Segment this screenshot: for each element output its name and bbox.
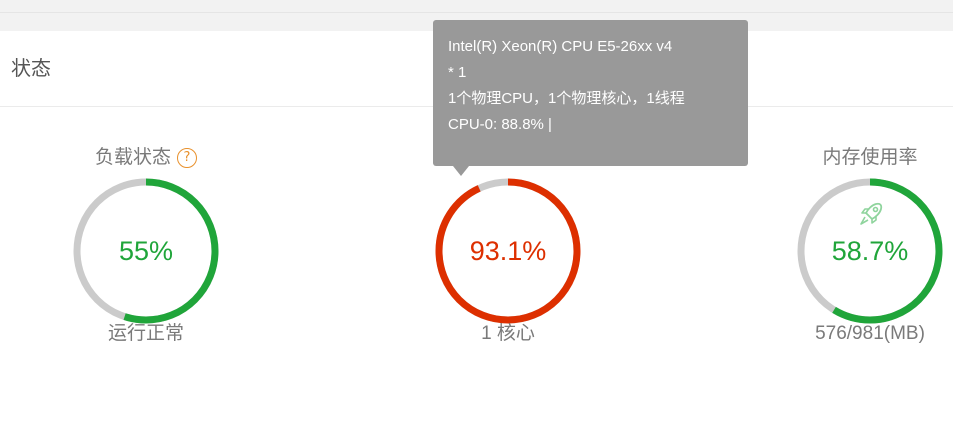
load-gauge-status: 运行正常 xyxy=(107,323,184,344)
memory-gauge-title: 内存使用率 xyxy=(822,147,918,168)
load-gauge-title-text: 负载状态 xyxy=(94,147,171,168)
cpu-tooltip: Intel(R) Xeon(R) CPU E5-26xx v4 * 1 1个物理… xyxy=(433,20,748,176)
load-gauge-title: 负载状态? xyxy=(46,145,246,171)
tooltip-cpu-usage: CPU-0: 88.8% | xyxy=(448,116,552,133)
help-icon[interactable]: ? xyxy=(177,148,197,168)
memory-gauge-value: 58.7% xyxy=(831,236,909,266)
load-gauge-value: 55% xyxy=(118,236,174,266)
cpu-gauge-cores: 1 核心 xyxy=(481,323,535,344)
tooltip-cpu-topology: 1个物理CPU，1个物理核心，1线程 xyxy=(448,90,685,107)
load-gauge[interactable]: 负载状态? 55% 运行正常 xyxy=(46,145,246,355)
panel-title: 状态 xyxy=(11,58,51,80)
tooltip-arrow xyxy=(453,166,469,176)
memory-gauge[interactable]: 内存使用率 58.7% 576/981(MB) xyxy=(770,145,953,355)
cpu-gauge[interactable]: CPU使用率 93.1% 1 核心 xyxy=(408,145,608,355)
tooltip-cpu-count: * 1 xyxy=(448,64,467,81)
tooltip-cpu-model: Intel(R) Xeon(R) CPU E5-26xx v4 xyxy=(448,38,673,55)
rocket-icon[interactable] xyxy=(858,201,884,227)
memory-gauge-usage: 576/981(MB) xyxy=(815,323,925,344)
cpu-gauge-value: 93.1% xyxy=(469,236,547,266)
top-strip xyxy=(0,0,953,13)
